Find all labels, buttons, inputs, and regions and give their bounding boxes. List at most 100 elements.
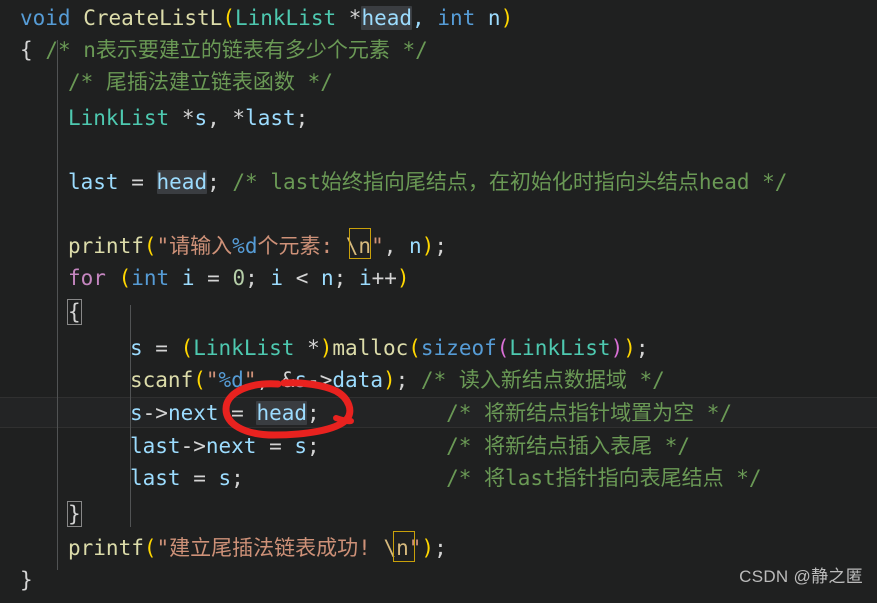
token-string-success-bang: ! — [358, 536, 384, 560]
code-line-1[interactable]: void CreateListL(LinkList *head, int n) — [20, 2, 513, 34]
code-line-3[interactable]: /* 尾插法建立链表函数 */ — [68, 66, 333, 98]
code-line-15[interactable]: last = s; /* 将last指针指向表尾结点 */ — [130, 462, 762, 494]
code-line-9[interactable]: for (int i = 0; i < n; i++) — [68, 262, 410, 294]
token-paren-open-2: ( — [143, 234, 157, 258]
token-semicolon-10: ; — [231, 466, 244, 490]
code-line-11[interactable]: s = (LinkList *)malloc(sizeof(LinkList))… — [130, 332, 649, 364]
code-line-2[interactable]: { /* n表示要建立的链表有多少个元素 */ — [20, 34, 428, 66]
token-keyword-int-2: int — [131, 266, 170, 290]
token-paren-close-2: ) — [421, 234, 435, 258]
token-quote-close-2: " — [243, 368, 257, 392]
token-arrow: -> — [307, 368, 333, 392]
token-assign-6: = — [180, 466, 219, 490]
token-variable-n-2: n — [409, 234, 422, 258]
spacer-3 — [244, 466, 446, 490]
token-type-linklist-2: LinkList — [68, 106, 170, 130]
token-assign-4: = — [218, 401, 257, 425]
token-paren-open-6: ( — [496, 336, 510, 360]
token-assign-5: = — [256, 434, 295, 458]
token-type-linklist: LinkList — [234, 6, 337, 30]
token-type-linklist-3: LinkList — [193, 336, 295, 360]
token-asterisk-3: * — [232, 106, 246, 130]
bracket-match-box-open: { — [67, 299, 82, 325]
token-quote-close: " — [371, 234, 384, 258]
token-quote-open: " — [156, 234, 170, 258]
token-semicolon-9: ; — [307, 434, 320, 458]
code-line-6[interactable]: last = head; /* last始终指向尾结点，在初始化时指向头结点he… — [68, 166, 787, 198]
token-paren-close-8: ) — [421, 536, 435, 560]
code-line-14[interactable]: last->next = s; /* 将新结点插入表尾 */ — [130, 430, 690, 462]
token-variable-s-6: s — [218, 466, 232, 490]
token-keyword-void: void — [20, 6, 71, 30]
token-semicolon-3: ; — [434, 234, 447, 258]
token-comma-2: , — [207, 106, 233, 130]
code-line-13[interactable]: s->next = head; /* 将新结点指针域置为空 */ — [130, 397, 732, 429]
token-comma-4: , — [256, 368, 282, 392]
token-quote-open-3: " — [156, 536, 170, 560]
code-line-4[interactable]: LinkList *s, *last; — [68, 102, 308, 134]
token-function-sizeof: sizeof — [420, 336, 497, 360]
indent-guide-level-1 — [57, 40, 58, 570]
token-comment-point-tail: /* 将last指针指向表尾结点 */ — [446, 466, 762, 490]
token-variable-s-5: s — [294, 434, 308, 458]
csdn-watermark: CSDN @静之匿 — [739, 567, 863, 586]
token-function-printf: printf — [68, 234, 144, 258]
code-line-17[interactable]: printf("建立尾插法链表成功! \n"); — [68, 532, 447, 564]
token-paren-close-5: ) — [623, 336, 636, 360]
token-paren-open-4: ( — [180, 336, 194, 360]
token-variable-data: data — [332, 368, 383, 392]
token-asterisk-4: * — [307, 336, 320, 360]
token-semicolon: ; — [295, 106, 309, 130]
token-quote-close-3: " — [408, 536, 422, 560]
token-variable-s-3: s — [294, 368, 308, 392]
token-paren-close: ) — [500, 6, 514, 30]
token-ampersand: & — [281, 368, 295, 392]
code-line-12[interactable]: scanf("%d", &s->data); /* 读入新结点数据域 */ — [130, 364, 665, 396]
token-variable-last-4: last — [130, 466, 181, 490]
token-variable-last-2: last — [68, 170, 119, 194]
token-string-success: 建立尾插法链表成功 — [169, 536, 359, 560]
token-keyword-for: for — [68, 266, 106, 290]
code-line-16[interactable]: } — [67, 498, 82, 530]
token-brace-close-outer: } — [20, 568, 33, 592]
token-assign-2: = — [194, 266, 233, 290]
code-line-10[interactable]: { — [67, 296, 82, 328]
token-number-zero: 0 — [232, 266, 246, 290]
token-escape-newline-2: \n — [383, 536, 409, 560]
token-variable-head-highlighted-3: head — [256, 401, 308, 425]
token-brace-open: { — [20, 38, 33, 62]
token-paren-close-4: ) — [319, 336, 333, 360]
token-paren-close-7: ) — [382, 368, 396, 392]
token-type-linklist-4: LinkList — [509, 336, 611, 360]
token-comment-tail-method: /* 尾插法建立链表函数 */ — [68, 70, 333, 94]
token-asterisk: * — [348, 6, 362, 30]
token-format-specifier-d-2: %d — [218, 368, 244, 392]
token-variable-s-4: s — [130, 401, 143, 425]
token-comment-insert-tail: /* 将新结点插入表尾 */ — [446, 434, 690, 458]
token-function-scanf: scanf — [130, 368, 194, 392]
token-paren-close-3: ) — [396, 266, 410, 290]
token-assign: = — [118, 170, 157, 194]
token-variable-i: i — [181, 266, 195, 290]
token-assign-3: = — [142, 336, 181, 360]
token-variable-s-2: s — [130, 336, 143, 360]
editor-surface[interactable]: void CreateListL(LinkList *head, int n) … — [0, 0, 877, 603]
code-line-18[interactable]: } — [20, 564, 33, 596]
code-editor-screenshot: void CreateListL(LinkList *head, int n) … — [0, 0, 877, 603]
token-comma-3: , — [383, 234, 410, 258]
token-string-prompt-colon: : — [320, 234, 346, 258]
code-line-8[interactable]: printf("请输入%d个元素: \n", n); — [68, 230, 447, 262]
token-variable-next-2: next — [205, 434, 257, 458]
token-string-prompt-part-a: 请输入 — [169, 234, 233, 258]
token-variable-last-3: last — [130, 434, 181, 458]
token-string-prompt-part-b: 个元素 — [257, 234, 321, 258]
token-escape-newline: \n — [345, 234, 372, 258]
token-function-printf-2: printf — [68, 536, 144, 560]
token-less-than: < — [283, 266, 321, 290]
